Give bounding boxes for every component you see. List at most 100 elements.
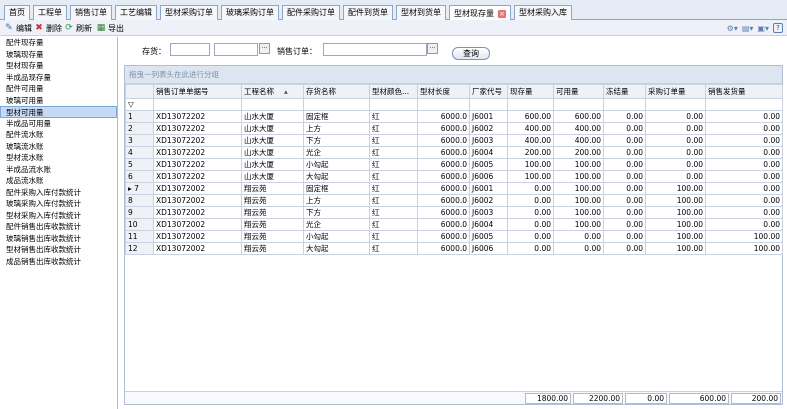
table-row[interactable]: 2 XD13072202 山水大厦 上方红 6000.0 J6002 400.00 400.0… [125, 122, 783, 135]
sidebar-item[interactable]: 型材可用量 [0, 106, 117, 118]
filter-cell[interactable] [241, 98, 304, 111]
table-cell: 0.00 [705, 182, 783, 195]
export-label: 导出 [108, 23, 124, 33]
table-row[interactable]: 4 XD13072202 山水大厦 光企红 6000.0 J6004 200.00 200.0… [125, 146, 783, 159]
delete-button[interactable]: ✖ 删除 [34, 22, 62, 34]
table-cell: J6001 [469, 182, 508, 195]
column-header[interactable]: 可用量 [553, 84, 604, 99]
sidebar-item[interactable]: 半成品现存量 [0, 72, 117, 84]
tab-4[interactable]: 型材采购订单 [160, 5, 218, 20]
column-header[interactable]: 工程名称 ▴ [241, 84, 304, 99]
search-bar: 存货： ··· 销售订单： ··· 查询 [120, 37, 787, 65]
table-cell: XD13072202 [153, 158, 242, 171]
tab-6[interactable]: 配件采购订单 [282, 5, 340, 20]
column-header[interactable]: 采购订单量 [645, 84, 706, 99]
column-header[interactable]: 型材长度 [417, 84, 470, 99]
table-row[interactable]: 12 XD13072002 翔云苑 大勾起红 6000.0 J6006 0.00 0.00 0.… [125, 242, 783, 255]
column-header-label: 销售订单单据号 [156, 87, 209, 96]
filter-cell[interactable] [303, 98, 370, 111]
order-input[interactable] [323, 43, 427, 56]
column-header[interactable]: 现存量 [507, 84, 554, 99]
help-icon[interactable]: ? [773, 23, 783, 33]
table-cell: 0.00 [705, 122, 783, 135]
filter-cell[interactable] [369, 98, 418, 111]
table-row[interactable]: 6 XD13072202 山水大厦 大勾起红 6000.0 J6006 100.00 100.… [125, 170, 783, 183]
sidebar-item[interactable]: 配件采购入库付款统计 [0, 187, 117, 199]
tab-2[interactable]: 销售订单 [70, 5, 112, 20]
window-icon[interactable]: ▣▾ [757, 24, 769, 33]
group-by-area[interactable]: 拖曳一列表头在此进行分组 [125, 66, 782, 84]
sidebar-item[interactable]: 半成品可用量 [0, 118, 117, 130]
tab-1[interactable]: 工程单 [33, 5, 67, 20]
sidebar-item[interactable]: 成品销售出库收款统计 [0, 256, 117, 268]
column-header[interactable]: 厂家代号 [469, 84, 508, 99]
tab-8[interactable]: 型材到货单 [396, 5, 446, 20]
tab-9[interactable]: 型材现存量 × [449, 5, 511, 21]
sidebar-item[interactable]: 玻璃现存量 [0, 49, 117, 61]
column-header[interactable]: 销售发货量 [705, 84, 783, 99]
column-header[interactable]: 冻结量 [603, 84, 646, 99]
edit-button[interactable]: ✎ 编辑 [4, 22, 32, 34]
sidebar-item[interactable]: 型材销售出库收款统计 [0, 244, 117, 256]
sidebar-item[interactable]: 型材采购入库付款统计 [0, 210, 117, 222]
table-cell: 红 [369, 218, 418, 231]
sidebar-item[interactable]: 成品流水账 [0, 175, 117, 187]
tab-7[interactable]: 配件到货单 [343, 5, 393, 20]
stock-browse-button[interactable]: ··· [259, 43, 270, 54]
filter-cell[interactable] [469, 98, 508, 111]
layout-icon[interactable]: ▤▾ [742, 24, 754, 33]
filter-cell[interactable] [153, 98, 242, 111]
table-row[interactable]: 1 XD13072202 山水大厦 固定框红 6000.0 J6001 600.00 600.… [125, 110, 783, 123]
export-button[interactable]: ▦ 导出 [96, 22, 124, 34]
tab-0[interactable]: 首页 [4, 5, 30, 20]
table-cell: 400.00 [507, 122, 554, 135]
table-cell: 0.00 [507, 230, 554, 243]
column-header[interactable]: 销售订单单据号 [153, 84, 242, 99]
table-cell: 0.00 [705, 158, 783, 171]
sidebar-item[interactable]: 型材现存量 [0, 60, 117, 72]
sidebar-item[interactable]: 配件销售出库收款统计 [0, 221, 117, 233]
filter-cell[interactable] [603, 98, 646, 111]
sidebar-item[interactable]: 配件可用量 [0, 83, 117, 95]
order-browse-button[interactable]: ··· [427, 43, 438, 54]
stock-input[interactable] [170, 43, 210, 56]
filter-cell[interactable] [417, 98, 470, 111]
table-row[interactable]: 5 XD13072202 山水大厦 小勾起红 6000.0 J6005 100.00 100.… [125, 158, 783, 171]
stock-input-2[interactable] [214, 43, 258, 56]
tools-icon[interactable]: ⚙▾ [727, 24, 738, 33]
filter-icon[interactable]: ▽ [125, 98, 154, 111]
table-cell: 100.00 [553, 218, 604, 231]
column-header[interactable]: 存货名称 [303, 84, 370, 99]
table-cell: 0.00 [705, 170, 783, 183]
table-row[interactable]: 11 XD13072002 翔云苑 小勾起红 6000.0 J6005 0.00 0.00 0.… [125, 230, 783, 243]
tab-10[interactable]: 型材采购入库 [514, 5, 572, 20]
tab-5[interactable]: 玻璃采购订单 [221, 5, 279, 20]
sidebar-item[interactable]: 玻璃采购入库付款统计 [0, 198, 117, 210]
filter-cell[interactable] [553, 98, 604, 111]
sidebar-item[interactable]: 玻璃流水账 [0, 141, 117, 153]
table-cell: 0.00 [705, 134, 783, 147]
column-header[interactable]: 型材颜色... [369, 84, 418, 99]
sidebar-item[interactable]: 半成品流水账 [0, 164, 117, 176]
table-row[interactable]: 10 XD13072002 翔云苑 光企红 6000.0 J6004 0.00 100.00 0… [125, 218, 783, 231]
sidebar-item[interactable]: 配件现存量 [0, 37, 117, 49]
query-button[interactable]: 查询 [452, 47, 490, 60]
table-cell: 上方 [303, 194, 370, 207]
sidebar-item[interactable]: 玻璃可用量 [0, 95, 117, 107]
close-icon[interactable]: × [498, 9, 506, 18]
filter-cell[interactable] [645, 98, 706, 111]
sidebar-item[interactable]: 玻璃销售出库收款统计 [0, 233, 117, 245]
table-row[interactable]: 8 XD13072002 翔云苑 上方红 6000.0 J6002 0.00 100.00 0.… [125, 194, 783, 207]
table-cell: 小勾起 [303, 158, 370, 171]
sidebar-item[interactable]: 配件流水账 [0, 129, 117, 141]
table-cell: 红 [369, 122, 418, 135]
table-row[interactable]: 3 XD13072202 山水大厦 下方红 6000.0 J6003 400.00 400.0… [125, 134, 783, 147]
table-row[interactable]: 9 XD13072002 翔云苑 下方红 6000.0 J6003 0.00 100.00 0.… [125, 206, 783, 219]
tab-3[interactable]: 工艺编辑 [115, 5, 157, 20]
table-row[interactable]: ▸ 7 XD13072002 翔云苑 固定框红 6000.0 J6001 0.00 100.0… [125, 182, 783, 195]
filter-cell[interactable] [507, 98, 554, 111]
column-header-label: 型材长度 [420, 87, 450, 96]
filter-cell[interactable] [705, 98, 783, 111]
sidebar-item[interactable]: 型材流水账 [0, 152, 117, 164]
refresh-button[interactable]: ⟳ 刷新 [64, 22, 92, 34]
